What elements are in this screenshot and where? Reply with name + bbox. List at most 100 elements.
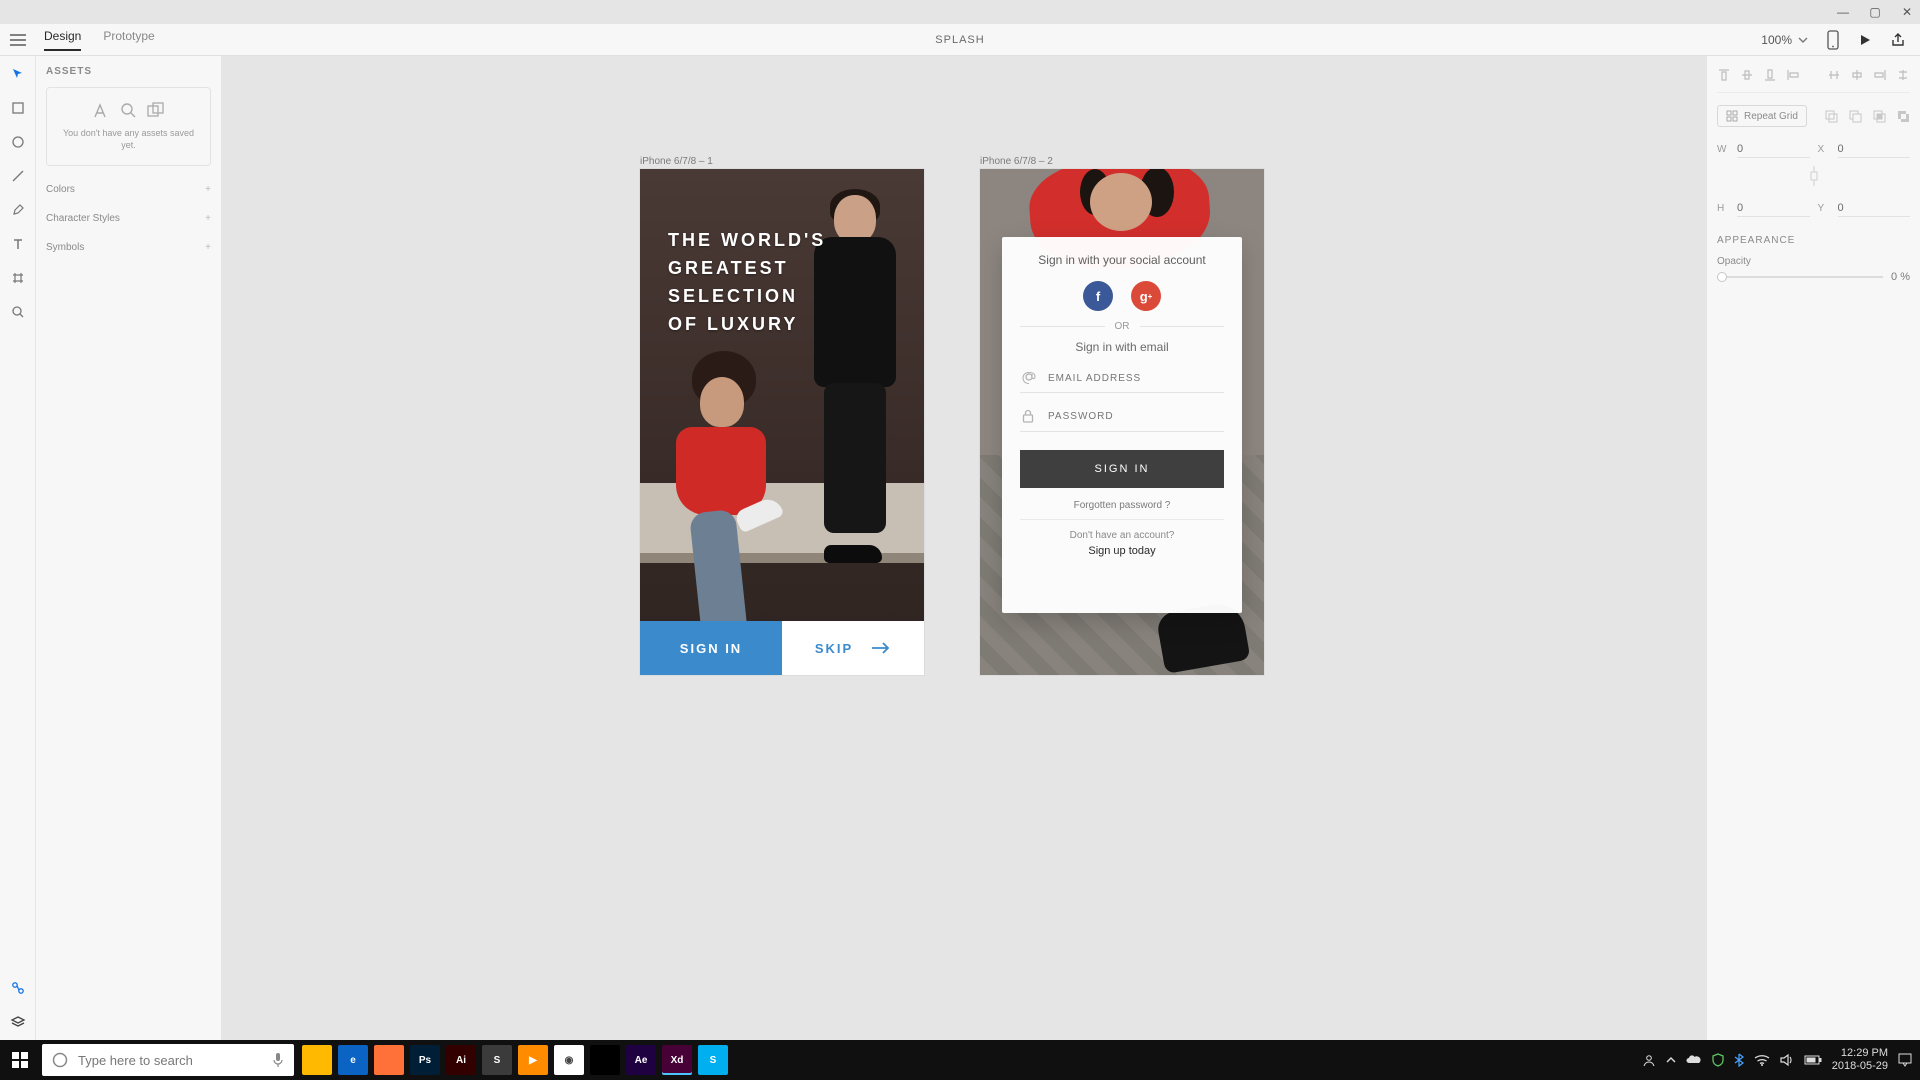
tray-people-icon[interactable] — [1642, 1053, 1656, 1067]
taskbar-app-firefox[interactable] — [374, 1045, 404, 1075]
ellipse-tool[interactable] — [8, 132, 28, 152]
no-account-label: Don't have an account? — [1020, 530, 1224, 541]
assets-section-symbols[interactable]: Symbols+ — [46, 242, 211, 253]
tray-bluetooth-icon[interactable] — [1734, 1053, 1744, 1067]
distribute-v-icon[interactable] — [1896, 68, 1910, 82]
hamburger-menu-button[interactable] — [0, 34, 36, 46]
play-preview-button[interactable] — [1858, 33, 1872, 47]
assets-panel-toggle[interactable] — [8, 978, 28, 998]
device-preview-button[interactable] — [1826, 30, 1840, 50]
tab-prototype[interactable]: Prototype — [103, 29, 154, 51]
tray-up-icon[interactable] — [1666, 1056, 1676, 1064]
tray-battery-icon[interactable] — [1804, 1055, 1822, 1065]
taskbar-app-chrome[interactable]: ◉ — [554, 1045, 584, 1075]
design-canvas[interactable]: iPhone 6/7/8 – 1 THE WORLD'S GREATEST SE… — [222, 56, 1706, 1040]
rectangle-tool[interactable] — [8, 98, 28, 118]
plus-icon: + — [205, 213, 211, 224]
system-tray[interactable]: 12:29 PM 2018-05-29 — [1642, 1047, 1920, 1072]
window-minimize-button[interactable]: — — [1836, 5, 1850, 19]
bool-exclude-icon[interactable] — [1896, 109, 1910, 123]
opacity-label: Opacity — [1717, 256, 1910, 267]
x-input[interactable] — [1838, 141, 1911, 158]
align-top-icon[interactable] — [1717, 68, 1731, 82]
align-right-icon[interactable] — [1873, 68, 1887, 82]
skip-label: SKIP — [815, 641, 853, 656]
artboard-1[interactable]: THE WORLD'S GREATEST SELECTION OF LUXURY… — [640, 169, 924, 675]
width-input[interactable] — [1737, 141, 1810, 158]
sign-in-submit-button: SIGN IN — [1020, 450, 1224, 488]
start-button[interactable] — [0, 1040, 40, 1080]
repeat-grid-icon — [1726, 110, 1738, 122]
bool-intersect-icon[interactable] — [1872, 109, 1886, 123]
email-icon — [1022, 372, 1038, 384]
share-button[interactable] — [1890, 32, 1906, 48]
taskbar-app-flag[interactable] — [590, 1045, 620, 1075]
taskbar-app-illustrator[interactable]: Ai — [446, 1045, 476, 1075]
transform-controls: W X H Y — [1717, 141, 1910, 217]
align-controls — [1717, 64, 1910, 93]
assets-panel: ASSETS You don't have any assets saved y… — [36, 56, 222, 1040]
bool-subtract-icon[interactable] — [1848, 109, 1862, 123]
zoom-value: 100% — [1761, 33, 1792, 47]
y-input[interactable] — [1838, 200, 1911, 217]
taskbar-app-after-effects[interactable]: Ae — [626, 1045, 656, 1075]
mic-icon — [272, 1052, 284, 1068]
tray-onedrive-icon[interactable] — [1686, 1055, 1702, 1065]
x-label: X — [1818, 144, 1830, 155]
align-vcenter-icon[interactable] — [1740, 68, 1754, 82]
tab-design[interactable]: Design — [44, 29, 81, 51]
assets-section-label: Colors — [46, 184, 75, 195]
boolean-ops — [1824, 109, 1910, 123]
chevron-down-icon — [1798, 37, 1808, 43]
lock-aspect-icon[interactable] — [1809, 166, 1819, 186]
taskbar-search[interactable]: Type here to search — [42, 1044, 294, 1076]
taskbar-app-xd[interactable]: Xd — [662, 1045, 692, 1075]
distribute-h-icon[interactable] — [1827, 68, 1841, 82]
align-bottom-icon[interactable] — [1763, 68, 1777, 82]
divider — [1020, 519, 1224, 520]
align-hcenter-icon[interactable] — [1850, 68, 1864, 82]
assets-section-colors[interactable]: Colors + — [46, 184, 211, 195]
plus-icon: + — [205, 184, 211, 195]
tray-shield-icon[interactable] — [1712, 1053, 1724, 1067]
repeat-grid-button[interactable]: Repeat Grid — [1717, 105, 1807, 127]
zoom-tool[interactable] — [8, 302, 28, 322]
mode-tabs: Design Prototype — [44, 29, 155, 51]
artboard-1-label[interactable]: iPhone 6/7/8 – 1 — [640, 156, 713, 167]
taskbar-app-skype[interactable]: S — [698, 1045, 728, 1075]
tray-notifications-icon[interactable] — [1898, 1053, 1912, 1067]
artboard-2-label[interactable]: iPhone 6/7/8 – 2 — [980, 156, 1053, 167]
assets-section-character-styles[interactable]: Character Styles+ — [46, 213, 211, 224]
email-sign-in-title: Sign in with email — [1020, 340, 1224, 354]
align-left-icon[interactable] — [1786, 68, 1800, 82]
window-maximize-button[interactable]: ▢ — [1868, 5, 1882, 19]
bool-union-icon[interactable] — [1824, 109, 1838, 123]
lock-icon — [1022, 409, 1038, 423]
width-label: W — [1717, 144, 1729, 155]
artboard-tool[interactable] — [8, 268, 28, 288]
taskbar-app-sublime[interactable]: S — [482, 1045, 512, 1075]
window-close-button[interactable]: ✕ — [1900, 5, 1914, 19]
tray-wifi-icon[interactable] — [1754, 1054, 1770, 1066]
opacity-control: Opacity 0 % — [1717, 256, 1910, 283]
window-titlebar: — ▢ ✕ — [0, 0, 1920, 24]
zoom-dropdown[interactable]: 100% — [1761, 33, 1808, 47]
height-input[interactable] — [1737, 200, 1810, 217]
opacity-slider[interactable] — [1717, 276, 1883, 278]
taskbar-app-file-explorer[interactable] — [302, 1045, 332, 1075]
line-tool[interactable] — [8, 166, 28, 186]
taskbar-clock[interactable]: 12:29 PM 2018-05-29 — [1832, 1047, 1888, 1072]
select-tool[interactable] — [8, 64, 28, 84]
taskbar-app-media-player[interactable]: ▶ — [518, 1045, 548, 1075]
text-tool[interactable] — [8, 234, 28, 254]
tray-volume-icon[interactable] — [1780, 1054, 1794, 1066]
layers-panel-toggle[interactable] — [8, 1012, 28, 1032]
assets-text-icon — [92, 102, 112, 120]
windows-taskbar: Type here to search ePsAiS▶◉AeXdS 12:29 … — [0, 1040, 1920, 1080]
property-inspector: Repeat Grid W X H Y APPEARANCE Opacity — [1706, 56, 1920, 1040]
pen-tool[interactable] — [8, 200, 28, 220]
taskbar-app-photoshop[interactable]: Ps — [410, 1045, 440, 1075]
artboard-2[interactable]: Sign in with your social account f g+ OR… — [980, 169, 1264, 675]
taskbar-app-edge[interactable]: e — [338, 1045, 368, 1075]
arrow-right-icon — [871, 642, 891, 654]
